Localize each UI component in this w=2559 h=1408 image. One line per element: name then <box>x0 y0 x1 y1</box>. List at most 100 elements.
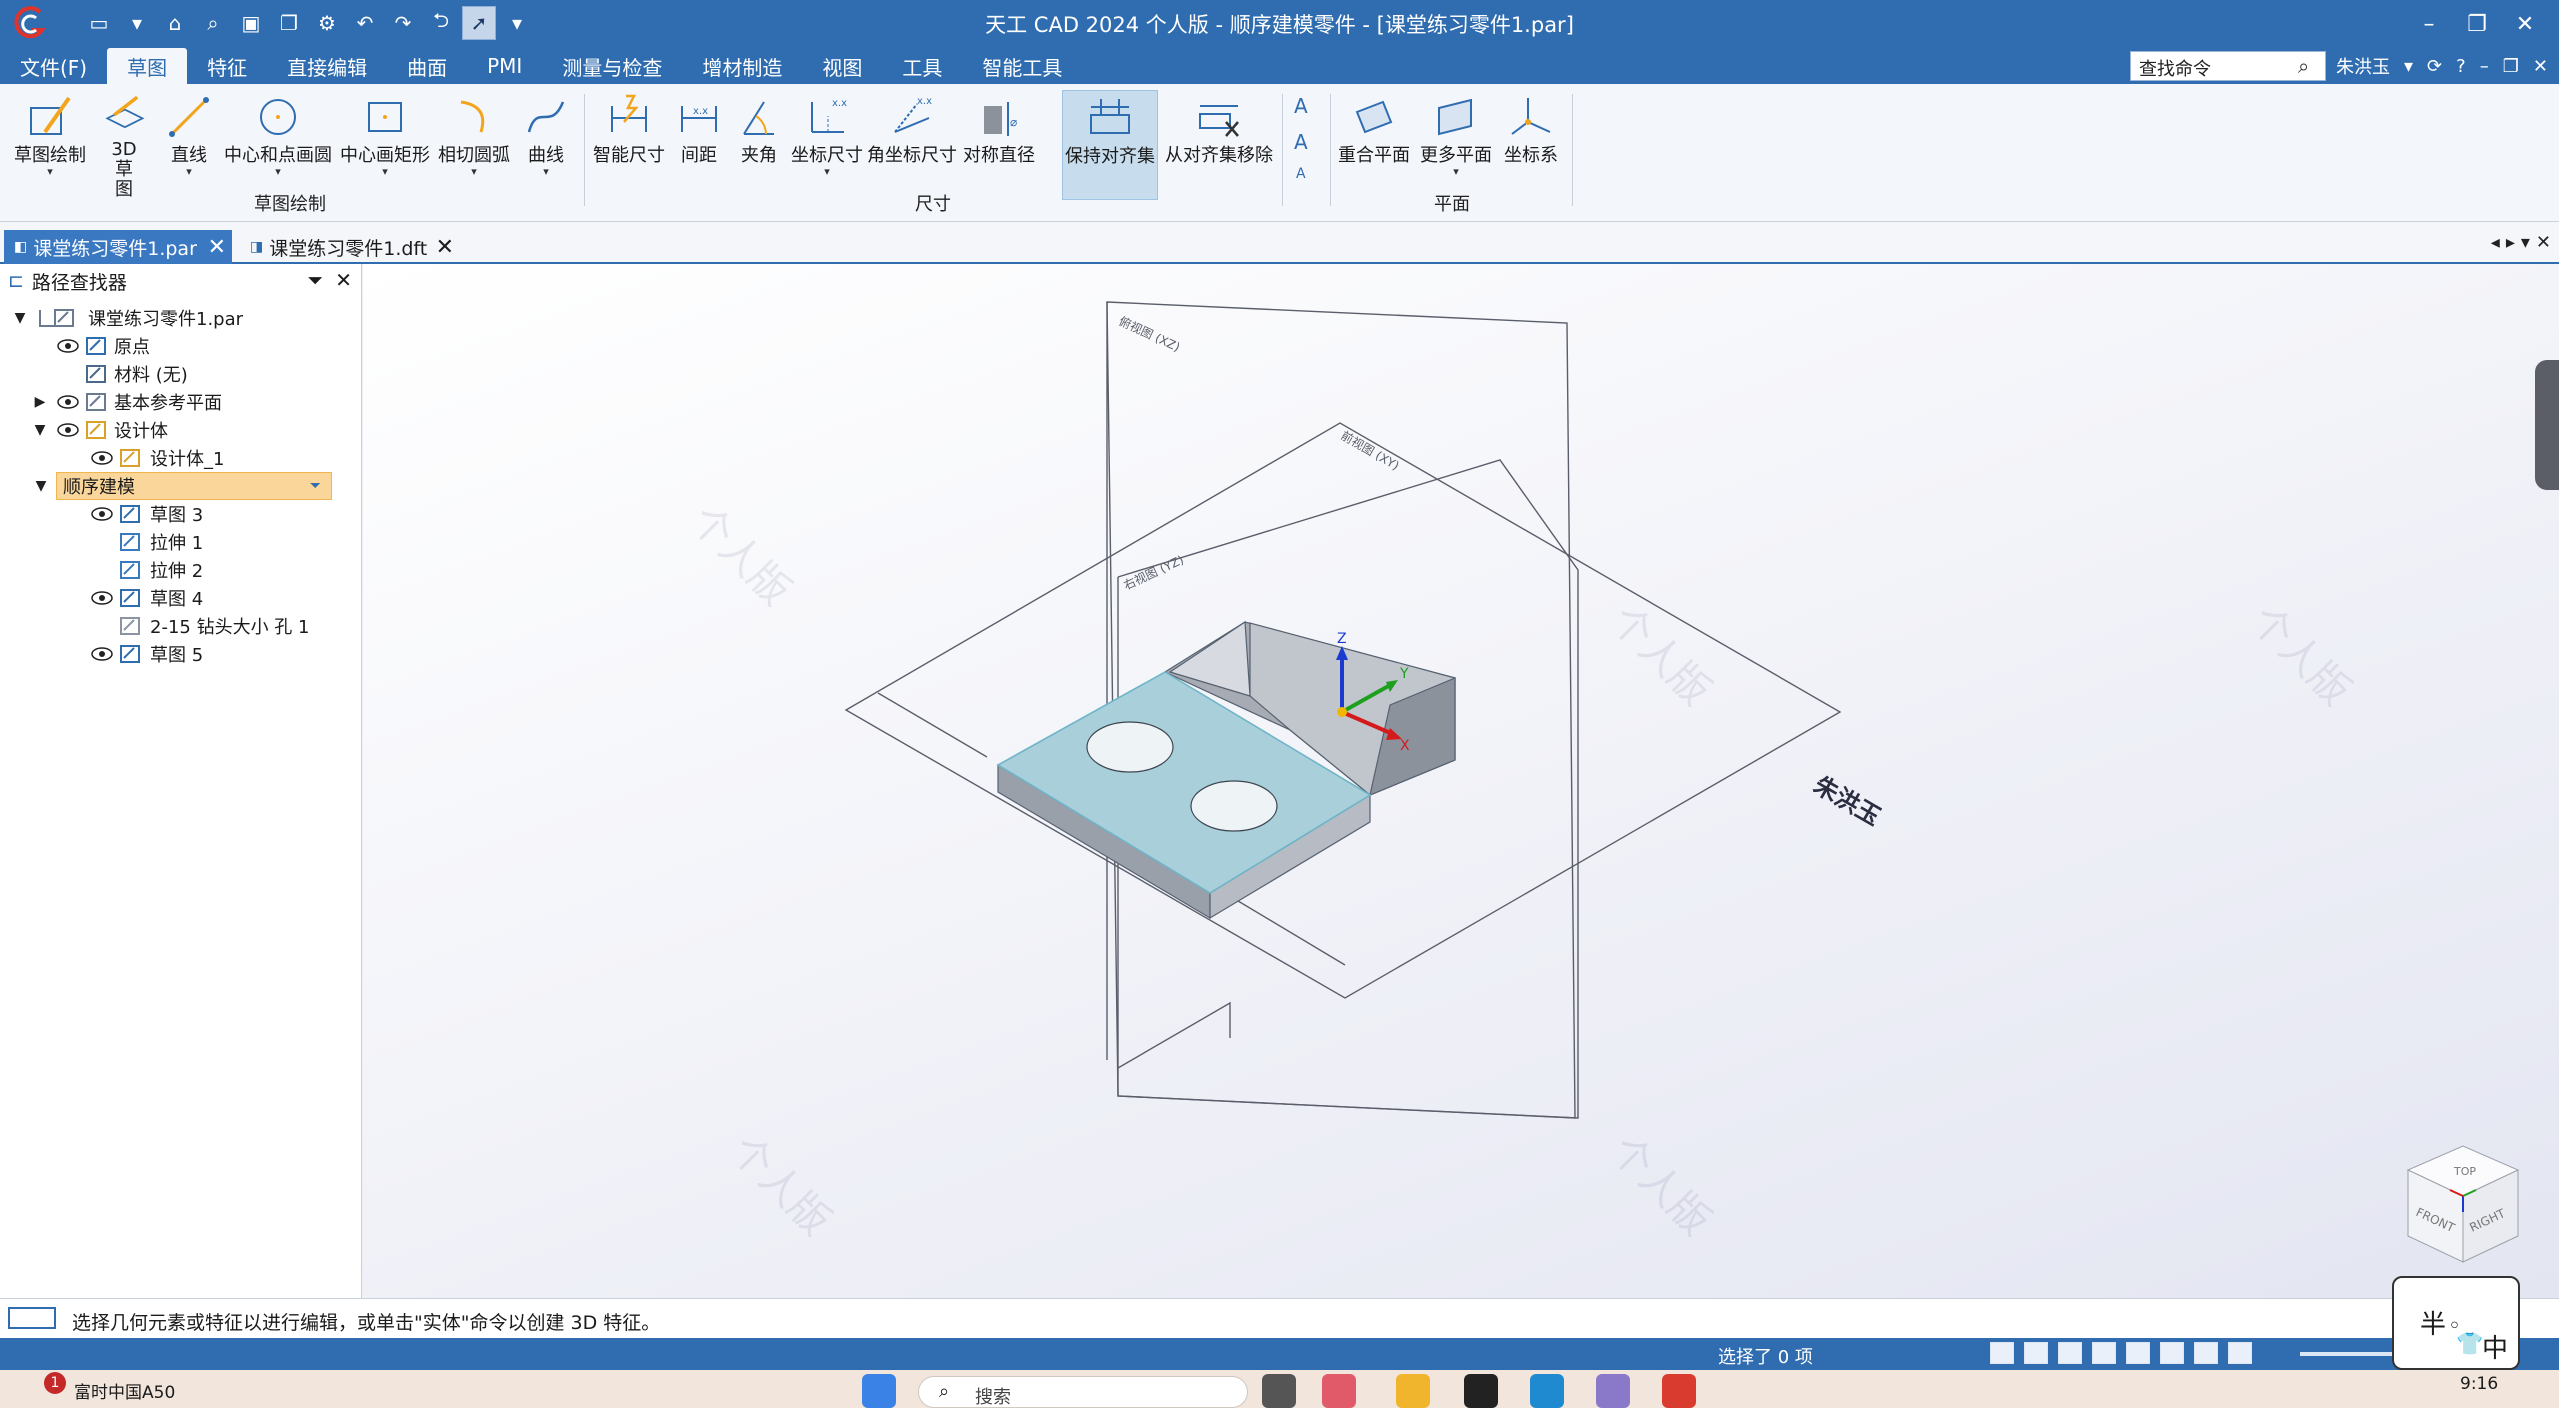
coordinate-dimension-button[interactable]: x.x 坐标尺寸 ▾ <box>790 90 864 200</box>
dropdown-caret-icon[interactable]: ▾ <box>382 166 388 178</box>
menu-tab[interactable]: 直接编辑 <box>267 48 387 84</box>
text-shrink-icon[interactable]: A <box>1296 166 1306 182</box>
dropdown-caret-icon[interactable]: ▾ <box>1453 166 1459 178</box>
help-icon[interactable]: ? <box>2456 56 2466 77</box>
remove-alignment-button[interactable]: 从对齐集移除 <box>1164 90 1274 200</box>
render-mode-icon[interactable] <box>2194 1342 2218 1364</box>
tree-item[interactable]: ▼ 设计体 <box>0 416 356 444</box>
menu-tab[interactable]: 特征 <box>187 48 267 84</box>
restore-button[interactable]: ❐ <box>2453 4 2501 44</box>
taskbar-search[interactable]: ⌕ 搜索 <box>918 1376 1248 1408</box>
expand-toggle-icon[interactable]: ▶ <box>30 394 50 410</box>
tree-item[interactable]: 设计体_1 <box>0 444 356 472</box>
3d-sketch-button[interactable]: 3D 草图 <box>98 90 150 200</box>
app-icon[interactable] <box>1596 1374 1630 1408</box>
close-tab-icon[interactable]: ✕ <box>208 235 226 260</box>
coincident-plane-button[interactable]: 重合平面 <box>1334 90 1414 200</box>
3d-viewport[interactable]: 个人版 个人版 个人版 个人版 个人版 俯视图 (XZ) 前视图 (XY) 右视… <box>363 264 2559 1298</box>
view-orient-icon[interactable] <box>2160 1342 2184 1364</box>
ordered-dropdown-icon[interactable]: ⏷ <box>310 478 321 494</box>
visibility-eye-icon[interactable] <box>90 644 114 664</box>
pan-icon[interactable] <box>2092 1342 2116 1364</box>
refresh-icon[interactable]: ⟳ <box>2427 56 2442 77</box>
ime-chinese-mode[interactable]: 中 <box>2482 1328 2508 1365</box>
circle-button[interactable]: 中心和点画圆 ▾ <box>222 90 334 200</box>
close-panel-icon[interactable]: ✕ <box>335 268 352 292</box>
text-size-icon[interactable]: A <box>1294 130 1308 154</box>
dropdown-caret-icon[interactable]: ▾ <box>47 166 53 178</box>
keep-alignment-button[interactable]: 保持对齐集 <box>1062 90 1158 200</box>
menu-tab[interactable]: 草图 <box>107 48 188 84</box>
tree-item[interactable]: ▼ 顺序建模 ⏷ <box>36 472 332 500</box>
more-planes-button[interactable]: 更多平面 ▾ <box>1416 90 1496 200</box>
ime-shirt-icon[interactable]: 👕 <box>2456 1332 2483 1357</box>
tiangong-cad-icon[interactable] <box>1662 1374 1696 1408</box>
tree-item[interactable]: ▶ 基本参考平面 <box>0 388 356 416</box>
news-widget[interactable]: 富时中国A50 <box>74 1378 175 1403</box>
tab-prev-icon[interactable]: ◂ <box>2491 232 2500 253</box>
ime-widget[interactable]: 半 ◦ 👕 中 <box>2392 1276 2520 1370</box>
doc-minimize-icon[interactable]: – <box>2480 56 2489 77</box>
tab-close-all-icon[interactable]: ✕ <box>2536 232 2551 253</box>
dropdown-caret-icon[interactable]: ▾ <box>471 166 477 178</box>
tree-item[interactable]: 2-15 钻头大小 孔 1 <box>0 612 356 640</box>
menu-tab[interactable]: 文件(F) <box>0 48 107 84</box>
visibility-eye-icon[interactable] <box>56 420 80 440</box>
expand-toggle-icon[interactable]: ▼ <box>30 422 50 438</box>
zoom-icon[interactable] <box>2058 1342 2082 1364</box>
doc-tab-dft[interactable]: ◨ 课堂练习零件1.dft ✕ <box>240 230 460 264</box>
rotate-icon[interactable] <box>2126 1342 2150 1364</box>
smart-dimension-button[interactable]: 智能尺寸 <box>588 90 670 200</box>
start-icon[interactable] <box>862 1374 896 1408</box>
zoom-area-icon[interactable] <box>2024 1342 2048 1364</box>
file-explorer-icon[interactable] <box>1396 1374 1430 1408</box>
visibility-eye-icon[interactable] <box>90 504 114 524</box>
dropdown-caret-icon[interactable]: ▾ <box>186 166 192 178</box>
view-cube[interactable]: TOP FRONT RIGHT <box>2406 1145 2520 1263</box>
minimize-button[interactable]: – <box>2405 4 2453 44</box>
text-format-icon[interactable]: A <box>1294 94 1308 118</box>
dropdown-caret-icon[interactable]: ▾ <box>543 166 549 178</box>
user-name[interactable]: 朱洪玉 <box>2336 53 2390 79</box>
tab-list-icon[interactable]: ▾ <box>2521 232 2530 253</box>
menu-tab[interactable]: 视图 <box>802 48 882 84</box>
tab-next-icon[interactable]: ▸ <box>2506 232 2515 253</box>
doc-restore-icon[interactable]: ❐ <box>2503 56 2519 77</box>
menu-tab[interactable]: 测量与检查 <box>542 48 682 84</box>
angle-coordinate-button[interactable]: x.x 角坐标尺寸 <box>864 90 960 200</box>
distance-button[interactable]: x.x 间距 <box>670 90 728 200</box>
angle-button[interactable]: 夹角 <box>728 90 790 200</box>
prompt-bar-icon[interactable] <box>8 1307 56 1329</box>
task-view-icon[interactable] <box>1262 1374 1296 1408</box>
tree-item[interactable]: 草图 5 <box>0 640 356 668</box>
tree-item[interactable]: 材料 (无) <box>0 360 356 388</box>
dropdown-caret-icon[interactable]: ▾ <box>824 166 830 178</box>
fit-view-icon[interactable] <box>1990 1342 2014 1364</box>
menu-tab[interactable]: 工具 <box>882 48 962 84</box>
command-search-input[interactable]: 查找命令 <box>2130 51 2326 81</box>
filter-icon[interactable]: ⏷ <box>307 268 323 292</box>
doc-tab-par[interactable]: ◧ 课堂练习零件1.par ✕ <box>4 230 232 264</box>
visibility-eye-icon[interactable] <box>56 336 80 356</box>
tree-item[interactable]: 拉伸 1 <box>0 528 356 556</box>
tree-item[interactable]: 草图 4 <box>0 584 356 612</box>
visibility-eye-icon[interactable] <box>90 448 114 468</box>
expand-toggle-icon[interactable]: ▼ <box>31 478 51 494</box>
menu-tab[interactable]: 增材制造 <box>682 48 802 84</box>
visibility-eye-icon[interactable] <box>90 588 114 608</box>
menu-tab[interactable]: 智能工具 <box>962 48 1082 84</box>
close-tab-icon[interactable]: ✕ <box>436 235 454 260</box>
clock[interactable]: 9:16 <box>2460 1374 2498 1394</box>
search-icon[interactable]: ⌕ <box>2298 54 2309 78</box>
coordinate-system-button[interactable]: 坐标系 <box>1498 90 1564 200</box>
tree-item[interactable]: ▼ 课堂练习零件1.par <box>0 304 356 332</box>
close-button[interactable]: ✕ <box>2501 4 2549 44</box>
doc-close-icon[interactable]: ✕ <box>2533 56 2548 77</box>
display-icon[interactable] <box>2228 1342 2252 1364</box>
tree-item[interactable]: 拉伸 2 <box>0 556 356 584</box>
qq-icon[interactable] <box>1464 1374 1498 1408</box>
ime-half-width[interactable]: 半 <box>2420 1304 2446 1341</box>
line-button[interactable]: 直线 ▾ <box>156 90 222 200</box>
symmetric-diameter-button[interactable]: ⌀ 对称直径 <box>960 90 1038 200</box>
side-panel-handle[interactable] <box>2535 360 2559 490</box>
